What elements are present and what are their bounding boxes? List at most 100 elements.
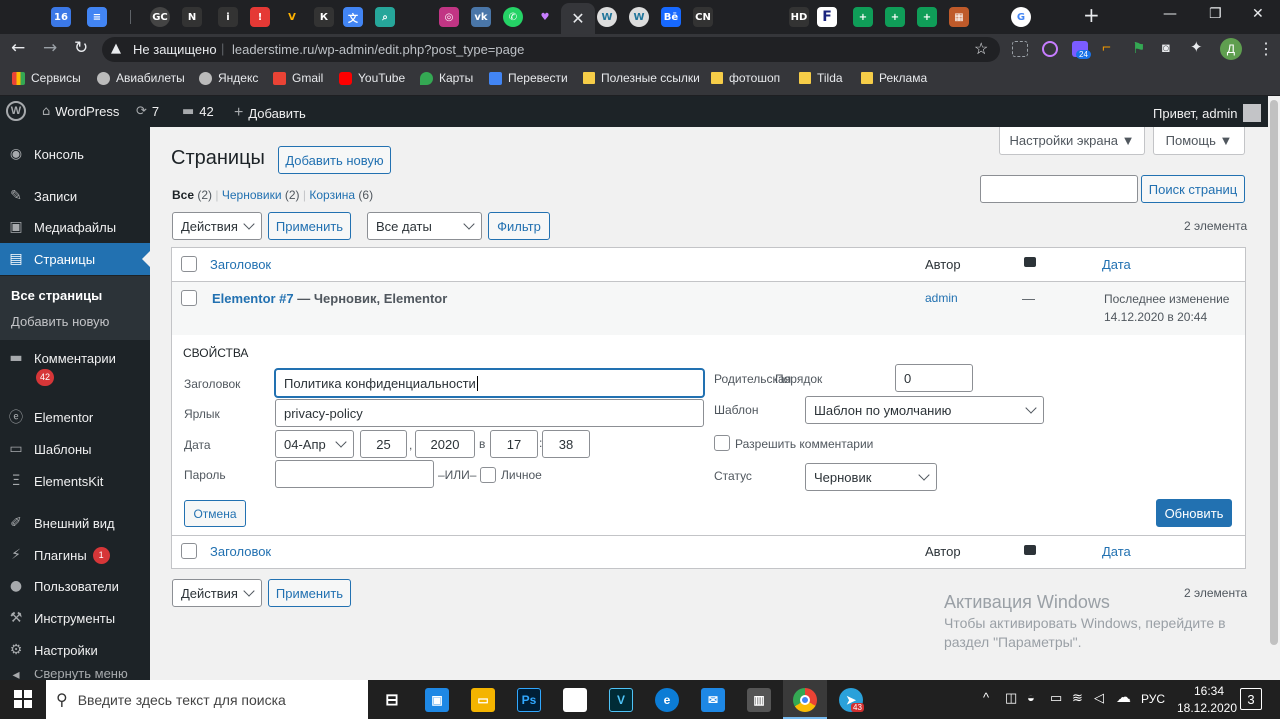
menu-posts[interactable]: ✎ Записи [0,180,150,212]
tab-favicon-sheets-3[interactable]: + [917,7,937,27]
search-pages-button[interactable]: Поиск страниц [1141,175,1245,203]
select-all-checkbox[interactable] [181,256,197,272]
search-input[interactable] [980,175,1138,203]
bookmark-folder-tilda[interactable]: Tilda [799,71,843,85]
menu-users[interactable]: ● Пользователи [0,570,150,602]
tray-app-icon[interactable]: ◫ [1005,690,1017,706]
bulk-action-select-top[interactable]: Действия [172,212,262,240]
month-select[interactable]: 04-Апр [275,430,354,458]
tab-favicon-search[interactable]: ⌕ [375,7,395,27]
forward-icon[interactable]: → [43,38,57,58]
tab-favicon-cn[interactable]: CN [693,7,713,27]
tab-favicon-hd[interactable]: HD [789,7,809,27]
submenu-all-pages[interactable]: Все страницы [11,288,102,303]
column-title-bottom[interactable]: Заголовок [210,544,271,559]
bookmark-maps[interactable]: Карты [420,71,473,85]
puzzle-icon[interactable]: ✦ [1190,38,1206,56]
document-icon[interactable] [563,688,587,712]
menu-appearance[interactable]: ✐ Внешний вид [0,507,150,539]
chrome-icon[interactable] [793,688,817,712]
allow-comments-checkbox[interactable] [714,435,730,451]
maximize-icon[interactable]: ❐ [1209,6,1222,22]
reload-icon[interactable]: ↻ [74,38,88,58]
tray-icon-2[interactable]: ▭ [1050,690,1062,706]
tab-favicon-behance[interactable]: Bē [661,7,681,27]
volume-icon[interactable]: ◁ [1094,690,1104,706]
show-hidden-icons[interactable]: ^ [983,690,989,705]
adminbar-site[interactable]: ⌂ WordPress [42,104,119,119]
mail-icon[interactable]: ✉ [701,688,725,712]
bookmark-folder-useful[interactable]: Полезные ссылки [583,71,700,85]
menu-dashboard[interactable]: ◉ Консоль [0,138,150,170]
view-all[interactable]: Все [172,188,194,202]
template-select[interactable]: Шаблон по умолчанию [805,396,1044,424]
language-indicator[interactable]: РУС [1141,692,1165,706]
tab-favicon-google-calendar[interactable]: 16 [51,7,71,27]
scrollbar-thumb[interactable] [1270,100,1278,645]
tab-favicon-notion[interactable]: N [182,7,202,27]
menu-dots-icon[interactable]: ⋮ [1258,39,1274,59]
bookmark-youtube[interactable]: YouTube [339,71,405,85]
row-title-link[interactable]: Elementor #7 [212,291,294,306]
cancel-button[interactable]: Отмена [184,500,246,527]
bookmark-yandex[interactable]: Яндекс [199,71,258,85]
select-all-checkbox-bottom[interactable] [181,543,197,559]
clock-time[interactable]: 16:34 [1187,684,1231,698]
date-filter-select[interactable]: Все даты [367,212,482,240]
adminbar-updates[interactable]: ⟳ 7 [136,104,159,119]
adminbar-account[interactable]: Привет, admin [1153,104,1261,122]
menu-media[interactable]: ▣ Медиафайлы [0,211,150,243]
day-input[interactable]: 25 [360,430,407,458]
active-tab-close-icon[interactable]: ✕ [561,3,595,34]
tab-favicon-whatsapp[interactable]: ✆ [503,7,523,27]
menu-plugins[interactable]: ⚡ Плагины 1 [0,539,150,571]
bookmark-services[interactable]: Сервисы [12,71,81,85]
edge-icon[interactable]: e [655,688,679,712]
tool-extension-icon[interactable]: ⌐ [1102,39,1118,56]
security-label[interactable]: Не защищено [133,42,217,57]
menu-settings[interactable]: ⚙ Настройки [0,634,150,666]
column-title[interactable]: Заголовок [210,257,271,272]
slug-input[interactable]: privacy-policy [275,399,704,427]
profile-avatar[interactable]: Д [1220,38,1242,60]
pin-extension-icon[interactable]: ⚑ [1132,39,1148,57]
back-icon[interactable]: ← [11,38,25,58]
tab-favicon-v[interactable]: V [282,7,302,27]
camera-extension-icon[interactable]: ◙ [1162,40,1178,56]
menu-collapse[interactable]: ◂ Свернуть меню [0,670,150,680]
url-text[interactable]: leaderstime.ru/wp-admin/edit.php?post_ty… [232,42,524,57]
clock-date[interactable]: 18.12.2020 [1174,701,1240,715]
close-window-icon[interactable]: ✕ [1252,6,1264,22]
menu-tools[interactable]: ⚒ Инструменты [0,602,150,634]
menu-pages[interactable]: ▤ Страницы [0,243,150,275]
tab-favicon-docs[interactable]: ≡ [87,7,107,27]
notifications-icon[interactable]: 3 [1240,688,1262,710]
adminbar-comments[interactable]: ▬ 42 [182,104,214,119]
order-input[interactable]: 0 [895,364,973,392]
tab-favicon-f[interactable]: F [817,7,837,27]
tab-favicon-google[interactable]: G [1011,7,1031,27]
wordpress-logo-icon[interactable]: W [6,101,26,121]
wifi-icon[interactable]: ≋ [1072,690,1083,706]
row-author[interactable]: admin [925,291,958,305]
column-date-bottom[interactable]: Дата [1102,544,1131,559]
tray-icon[interactable]: ◒ [1027,690,1035,705]
hour-input[interactable]: 17 [490,430,538,458]
taskbar-search[interactable]: ⚲ Введите здесь текст для поиска [46,680,368,719]
color-extension-icon[interactable] [1042,41,1058,57]
menu-comments[interactable]: ▬ Комментарии [0,342,150,374]
tab-favicon-info[interactable]: i [218,7,238,27]
menu-elementor[interactable]: ⓔ Elementor [0,401,150,433]
screenshot-extension-icon[interactable] [1012,41,1028,57]
minimize-icon[interactable]: — [1163,6,1177,22]
tab-favicon-wordpress-2[interactable]: W [629,7,649,27]
start-windows-icon[interactable] [14,690,32,708]
tab-favicon-red[interactable]: ! [250,7,270,27]
bookmark-gmail[interactable]: Gmail [273,71,323,85]
title-input[interactable]: Политика конфиденциальности [275,369,704,397]
tab-favicon-wordpress[interactable]: W [597,7,617,27]
address-bar[interactable]: ▲ Не защищено | leaderstime.ru/wp-admin/… [102,37,1000,62]
filter-button[interactable]: Фильтр [488,212,550,240]
status-select[interactable]: Черновик [805,463,937,491]
tab-favicon-heart[interactable]: ♥ [535,7,555,27]
